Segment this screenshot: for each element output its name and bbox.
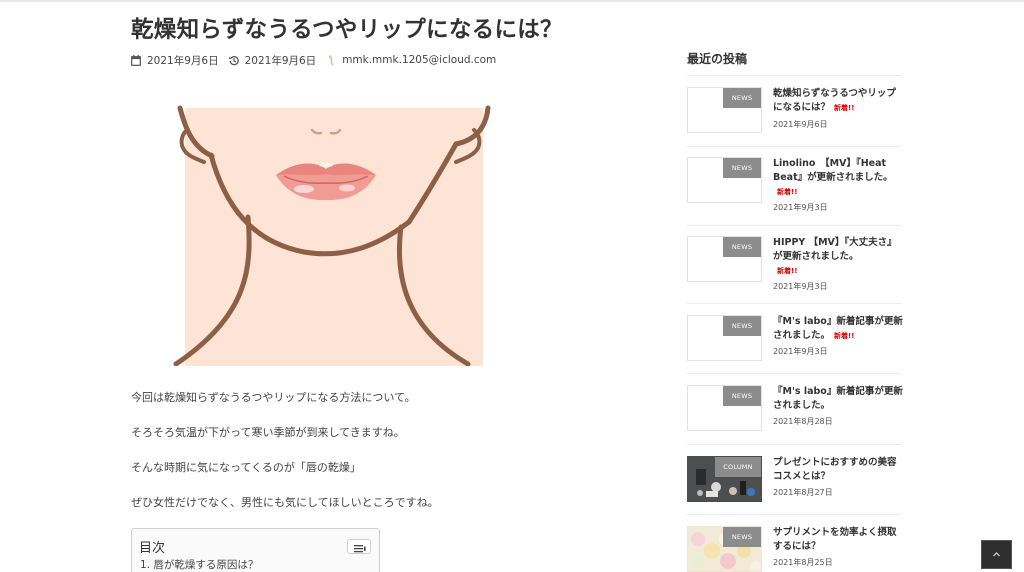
author-link[interactable]: mmk.mmk.1205@icloud.com [342,54,496,66]
category-badge: NEWS [723,386,761,406]
post-title[interactable]: Linolino 【MV】『Heat Beat』が更新されました。新着!! [773,157,903,199]
category-badge: NEWS [723,527,761,547]
article-paragraph: そろそろ気温が下がって寒い季節が到来してきますね。 [131,426,405,439]
divider [687,75,901,76]
post-title[interactable]: 『M's labo』新着記事が更新されました。 新着!! [773,315,903,343]
page-top-button[interactable] [981,540,1012,569]
recent-post[interactable]: NEWS HIPPY 【MV】『大丈夫さ』が更新されました。新着!! 2021年… [687,236,901,296]
post-date: 2021年9月3日 [773,282,828,291]
category-badge: NEWS [723,88,761,108]
list-toggle-icon [348,540,370,559]
post-title[interactable]: HIPPY 【MV】『大丈夫さ』が更新されました。新着!! [773,236,903,278]
new-mark: 新着!! [834,104,855,112]
post-thumbnail[interactable]: NEWS [687,526,762,572]
recent-post[interactable]: NEWS 『M's labo』新着記事が更新されました。 2021年8月28日 [687,385,903,445]
calendar-icon [131,54,141,66]
category-badge: NEWS [723,316,761,336]
recent-posts-heading: 最近の投稿 [687,52,748,66]
toc-title: 目次 [139,541,166,556]
post-date: 2021年8月25日 [773,558,833,567]
divider [687,444,901,445]
post-title[interactable]: 『M's labo』新着記事が更新されました。 [773,385,903,413]
post-title-text[interactable]: サプリメントを効率よく摂取するには？ [773,527,897,552]
updated-date: 2021年9月6日 [244,54,317,67]
new-mark: 新着!! [834,332,855,340]
post-title[interactable]: 乾燥知らずなうるつやリップになるには？ 新着!! [773,87,903,115]
toc-toggle-button[interactable] [347,539,371,554]
divider [687,225,901,226]
divider [687,514,901,515]
chevron-up-icon [982,552,1011,572]
article-paragraph: 今回は乾燥知らずなうるつやリップになる方法について。 [131,391,416,404]
published-date: 2021年9月6日 [147,54,219,67]
post-date: 2021年8月27日 [773,488,833,497]
recent-post[interactable]: NEWS 『M's labo』新着記事が更新されました。 新着!! 2021年9月… [687,315,903,375]
history-icon [228,55,239,66]
post-date: 2021年9月3日 [773,203,828,212]
new-mark: 新着!! [777,267,798,275]
recent-post[interactable]: NEWS Linolino 【MV】『Heat Beat』が更新されました。新着… [687,157,901,217]
post-thumbnail[interactable]: COLUMN [687,456,762,502]
article-title: 乾燥知らずなうるつやリップになるには？ [131,17,563,43]
toc-item[interactable]: 1. 唇が乾燥する原因は？ [140,557,258,572]
post-title-text[interactable]: 『M's labo』新着記事が更新されました。 [773,386,903,411]
post-title[interactable]: プレゼントにおすすめの美容コスメとは？ [773,456,903,484]
article-paragraph: そんな時期に気になってくるのが「唇の乾燥」 [131,461,361,474]
recent-post[interactable]: NEWS 乾燥知らずなうるつやリップになるには？ 新着!! 2021年9月6日 [687,87,901,147]
article-paragraph: ぜひ女性だけでなく、男性にも気にしてほしいところですね。 [131,496,439,509]
user-avatar-icon [326,54,336,66]
post-date: 2021年9月3日 [773,347,828,356]
divider [687,303,901,304]
recent-post[interactable]: COLUMN プレゼントにおすすめの美容コスメとは？ 2021年8月27日 [687,456,901,516]
post-title-text[interactable]: プレゼントにおすすめの美容コスメとは？ [773,457,897,482]
divider [687,146,901,147]
divider [687,373,901,374]
post-thumbnail[interactable]: NEWS [687,87,762,133]
post-thumbnail[interactable]: NEWS [687,315,762,361]
category-badge: NEWS [723,158,761,178]
post-title-text[interactable]: Linolino 【MV】『Heat Beat』が更新されました。 [773,158,893,183]
post-thumbnail[interactable]: NEWS [687,236,762,282]
post-title[interactable]: サプリメントを効率よく摂取するには？ [773,526,903,554]
article-meta: 2021年9月6日 2021年9月6日 mmk.mmk.1205@icloud.… [131,52,506,68]
lips-illustration [173,105,491,366]
new-mark: 新着!! [777,188,798,196]
post-title-text[interactable]: HIPPY 【MV】『大丈夫さ』が更新されました。 [773,237,897,262]
post-date: 2021年8月28日 [773,417,833,426]
recent-post[interactable]: NEWS サプリメントを効率よく摂取するには？ 2021年8月25日 [687,526,901,572]
post-thumbnail[interactable]: NEWS [687,157,762,203]
post-date: 2021年9月6日 [773,120,828,129]
category-badge: NEWS [723,237,761,257]
post-thumbnail[interactable]: NEWS [687,385,762,431]
table-of-contents: 目次 1. 唇が乾燥する原因は？ [131,528,380,572]
category-badge: COLUMN [715,457,761,477]
top-border [0,0,1024,2]
